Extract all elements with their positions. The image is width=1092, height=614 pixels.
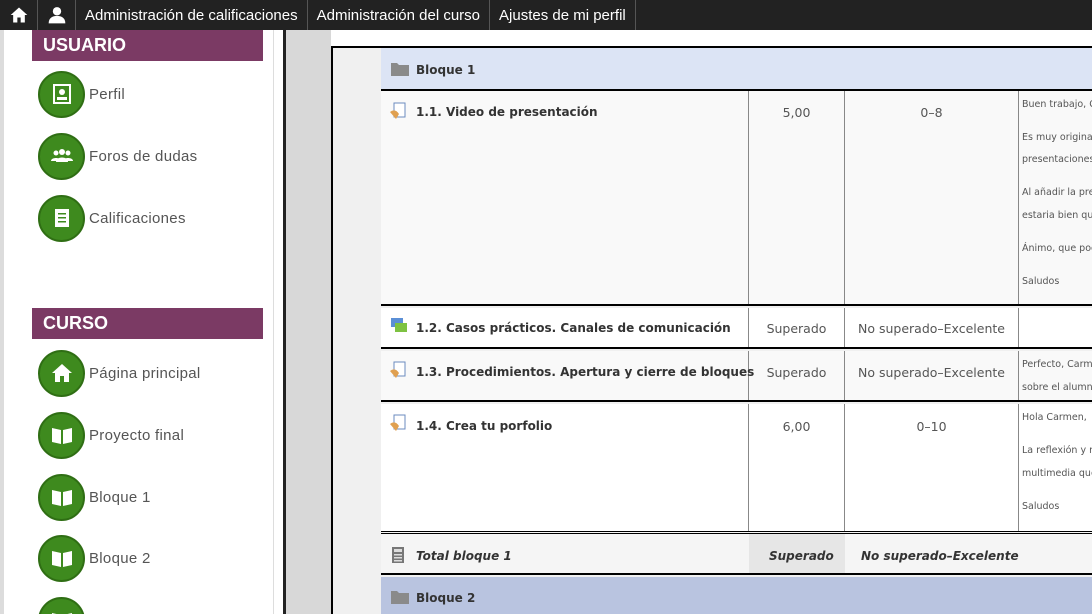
grade-range: 0–8 xyxy=(920,105,943,120)
item-link[interactable]: 1.4. Crea tu porfolio xyxy=(416,419,552,433)
usuario-section-title: USUARIO xyxy=(32,30,263,61)
sidebar-item-label: Bloque 1 xyxy=(89,488,151,506)
feedback-line: Saludos xyxy=(1022,501,1060,512)
grade-range: No superado–Excelente xyxy=(858,321,1005,336)
feedback-line: Perfecto, Carm xyxy=(1022,359,1092,370)
group-icon xyxy=(38,132,85,180)
grade-value: 6,00 xyxy=(782,419,811,434)
item-link[interactable]: 1.2. Casos prácticos. Canales de comunic… xyxy=(416,321,731,335)
sidebar-item-calificaciones[interactable]: Calificaciones xyxy=(38,194,186,242)
feedback-line: Al añadir la pre xyxy=(1022,187,1092,198)
feedback-line: Es muy original xyxy=(1022,132,1092,143)
feedback-cell: Perfecto, Carm sobre el alumno xyxy=(1019,351,1092,400)
feedback-line: Ánimo, que poc xyxy=(1022,243,1092,254)
sidebar-item-label: Proyecto final xyxy=(89,426,185,444)
table-row: 1.2. Casos prácticos. Canales de comunic… xyxy=(381,308,1092,349)
item-link[interactable]: 1.3. Procedimientos. Apertura y cierre d… xyxy=(416,365,754,379)
nav-link-profile-settings[interactable]: Ajustes de mi perfil xyxy=(490,0,636,30)
nav-link-grades-admin[interactable]: Administración de calificaciones xyxy=(76,0,308,30)
folder-icon xyxy=(391,63,409,76)
assignment-icon xyxy=(390,361,406,378)
sidebar-item-pagina-principal[interactable]: Página principal xyxy=(38,349,201,397)
sidebar-item-bloque-1[interactable]: Bloque 1 xyxy=(38,473,151,521)
feedback-line: Saludos xyxy=(1022,276,1060,287)
sidebar-item-foros[interactable]: Foros de dudas xyxy=(38,132,197,180)
book-icon xyxy=(38,473,85,521)
block-header-2[interactable]: Bloque 2 xyxy=(381,577,1092,614)
forum-icon xyxy=(391,318,407,332)
home-icon xyxy=(38,349,85,397)
sidebar-item-label: Perfil xyxy=(89,85,125,103)
sidebar-item-proyecto-final[interactable]: Proyecto final xyxy=(38,411,184,459)
feedback-line: estaria bien qu xyxy=(1022,210,1092,221)
feedback-cell: Buen trabajo, C Es muy original presenta… xyxy=(1019,91,1092,304)
assignment-icon xyxy=(390,414,406,431)
feedback-line: Hola Carmen, xyxy=(1022,412,1087,423)
sidebar-item-perfil[interactable]: Perfil xyxy=(38,70,125,118)
user-icon[interactable] xyxy=(38,0,76,30)
sidebar-edge xyxy=(0,30,4,614)
top-navigation-bar: Administración de calificaciones Adminis… xyxy=(0,0,1092,30)
folder-icon xyxy=(391,591,409,604)
block-header-1[interactable]: Bloque 1 xyxy=(381,48,1092,91)
feedback-line: presentaciones, xyxy=(1022,154,1092,165)
sidebar: USUARIO Perfil Foros de dudas Calificaci… xyxy=(0,30,274,614)
feedback-cell: Hola Carmen, La reflexión y r multimedia… xyxy=(1019,404,1092,531)
table-row: 1.3. Procedimientos. Apertura y cierre d… xyxy=(381,351,1092,402)
assignment-icon xyxy=(390,102,406,119)
book-icon xyxy=(38,534,85,582)
sidebar-item-label: Foros de dudas xyxy=(89,147,198,165)
sidebar-item-label: Calificaciones xyxy=(89,209,186,227)
sidebar-item-label: Página principal xyxy=(89,364,201,382)
feedback-line: La reflexión y r xyxy=(1022,445,1092,456)
total-grade: Superado xyxy=(769,549,834,563)
book-icon xyxy=(38,596,85,614)
total-label: Total bloque 1 xyxy=(416,549,512,563)
item-link[interactable]: 1.1. Video de presentación xyxy=(416,105,598,119)
grade-range: No superado–Excelente xyxy=(858,365,1005,380)
table-row: 1.4. Crea tu porfolio 6,00 0–10 Hola Car… xyxy=(381,404,1092,531)
block-title: Bloque 2 xyxy=(416,591,476,605)
book-icon xyxy=(38,411,85,459)
sidebar-item-label: Bloque 2 xyxy=(89,549,151,567)
table-row: 1.1. Video de presentación 5,00 0–8 Buen… xyxy=(381,91,1092,306)
sidebar-item-bloque-3[interactable] xyxy=(38,596,89,614)
block-row-2: Bloque 2 xyxy=(333,575,1092,614)
block-title: Bloque 1 xyxy=(416,63,476,77)
total-row: Total bloque 1 Superado No superado–Exce… xyxy=(381,531,1092,575)
feedback-line: Buen trabajo, C xyxy=(1022,99,1092,110)
grade-value: 5,00 xyxy=(782,105,811,120)
content-gutter xyxy=(283,30,331,614)
feedback-cell xyxy=(1019,308,1092,347)
grades-table: Bloque 1 1.1. Video de presentación 5,00… xyxy=(331,46,1092,614)
grade-value: Superado xyxy=(766,321,827,336)
calculator-icon xyxy=(392,547,404,563)
grades-icon xyxy=(38,194,85,242)
profile-icon xyxy=(38,70,85,118)
home-icon[interactable] xyxy=(0,0,38,30)
nav-link-course-admin[interactable]: Administración del curso xyxy=(308,0,491,30)
sidebar-item-bloque-2[interactable]: Bloque 2 xyxy=(38,534,151,582)
feedback-line: multimedia que xyxy=(1022,468,1092,479)
grade-value: Superado xyxy=(766,365,827,380)
total-range: No superado–Excelente xyxy=(861,549,1019,563)
grade-range: 0–10 xyxy=(916,419,947,434)
feedback-line: sobre el alumno xyxy=(1022,382,1092,393)
curso-section-title: CURSO xyxy=(32,308,263,339)
